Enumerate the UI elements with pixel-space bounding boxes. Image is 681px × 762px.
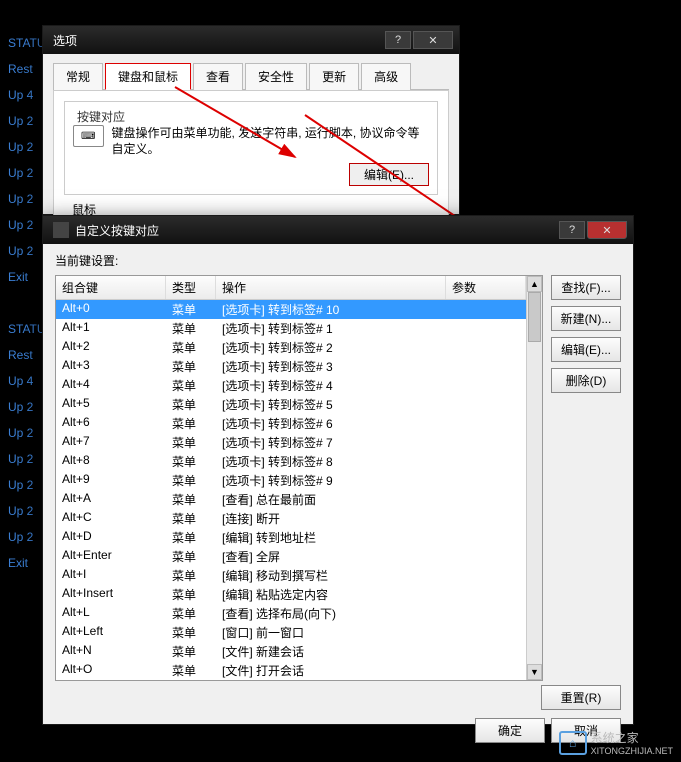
table-row[interactable]: Alt+1菜单[选项卡] 转到标签# 1 — [56, 319, 526, 338]
table-row[interactable]: Alt+5菜单[选项卡] 转到标签# 5 — [56, 395, 526, 414]
table-row[interactable]: Alt+L菜单[查看] 选择布局(向下) — [56, 604, 526, 623]
table-row[interactable]: Alt+6菜单[选项卡] 转到标签# 6 — [56, 414, 526, 433]
col-type[interactable]: 类型 — [166, 276, 216, 299]
reset-button[interactable]: 重置(R) — [541, 685, 621, 710]
table-row[interactable]: Alt+7菜单[选项卡] 转到标签# 7 — [56, 433, 526, 452]
scroll-thumb[interactable] — [528, 292, 541, 342]
find-button[interactable]: 查找(F)... — [551, 275, 621, 300]
key-mapping-legend: 按键对应 — [73, 108, 129, 125]
table-row[interactable]: Alt+8菜单[选项卡] 转到标签# 8 — [56, 452, 526, 471]
delete-button[interactable]: 删除(D) — [551, 368, 621, 393]
table-row[interactable]: Alt+Enter菜单[查看] 全屏 — [56, 547, 526, 566]
table-row[interactable]: Alt+I菜单[编辑] 移动到撰写栏 — [56, 566, 526, 585]
table-row[interactable]: Alt+3菜单[选项卡] 转到标签# 3 — [56, 357, 526, 376]
edit-button[interactable]: 编辑(E)... — [551, 337, 621, 362]
keymap-dialog: 自定义按键对应 ? ✕ 当前键设置: 组合键 类型 操作 参数 Alt+0菜单[… — [42, 215, 634, 725]
watermark-site: 系统之家 — [591, 729, 673, 746]
tab-2[interactable]: 查看 — [193, 63, 243, 90]
ok-button[interactable]: 确定 — [475, 718, 545, 743]
col-action[interactable]: 操作 — [216, 276, 446, 299]
table-row[interactable]: Alt+N菜单[文件] 新建会话 — [56, 642, 526, 661]
scroll-up-arrow[interactable]: ▲ — [527, 276, 542, 292]
col-combo[interactable]: 组合键 — [56, 276, 166, 299]
keymap-title: 自定义按键对应 — [75, 222, 559, 239]
help-button[interactable]: ? — [559, 221, 585, 239]
table-row[interactable]: Alt+C菜单[连接] 断开 — [56, 509, 526, 528]
tab-3[interactable]: 安全性 — [245, 63, 307, 90]
scroll-down-arrow[interactable]: ▼ — [527, 664, 542, 680]
table-row[interactable]: Alt+Insert菜单[编辑] 粘贴选定内容 — [56, 585, 526, 604]
help-button[interactable]: ? — [385, 31, 411, 49]
table-row[interactable]: Alt+0菜单[选项卡] 转到标签# 10 — [56, 300, 526, 319]
keymap-titlebar[interactable]: 自定义按键对应 ? ✕ — [43, 216, 633, 244]
options-titlebar[interactable]: 选项 ? ✕ — [43, 26, 459, 54]
table-row[interactable]: Alt+A菜单[查看] 总在最前面 — [56, 490, 526, 509]
tab-4[interactable]: 更新 — [309, 63, 359, 90]
keymap-table: 组合键 类型 操作 参数 Alt+0菜单[选项卡] 转到标签# 10Alt+1菜… — [55, 275, 543, 681]
table-row[interactable]: Alt+9菜单[选项卡] 转到标签# 9 — [56, 471, 526, 490]
table-row[interactable]: Alt+D菜单[编辑] 转到地址栏 — [56, 528, 526, 547]
watermark: ⌂ 系统之家 XITONGZHIJIA.NET — [559, 729, 673, 756]
vertical-scrollbar[interactable]: ▲ ▼ — [526, 276, 542, 680]
keyboard-icon: ⌨ — [73, 125, 104, 147]
table-header: 组合键 类型 操作 参数 — [56, 276, 526, 300]
table-row[interactable]: Alt+4菜单[选项卡] 转到标签# 4 — [56, 376, 526, 395]
side-buttons: 查找(F)... 新建(N)... 编辑(E)... 删除(D) — [551, 275, 621, 681]
col-param[interactable]: 参数 — [446, 276, 526, 299]
table-row[interactable]: Alt+Left菜单[窗口] 前一窗口 — [56, 623, 526, 642]
table-body[interactable]: Alt+0菜单[选项卡] 转到标签# 10Alt+1菜单[选项卡] 转到标签# … — [56, 300, 526, 680]
tab-0[interactable]: 常规 — [53, 63, 103, 90]
watermark-logo-icon: ⌂ — [559, 731, 587, 755]
table-row[interactable]: Alt+2菜单[选项卡] 转到标签# 2 — [56, 338, 526, 357]
app-icon — [53, 222, 69, 238]
new-button[interactable]: 新建(N)... — [551, 306, 621, 331]
kb-description: 键盘操作可由菜单功能, 发送字符串, 运行脚本, 协议命令等自定义。 — [112, 125, 429, 157]
tab-1[interactable]: 键盘和鼠标 — [105, 63, 191, 90]
close-button[interactable]: ✕ — [413, 31, 453, 49]
key-mapping-group: 按键对应 ⌨ 键盘操作可由菜单功能, 发送字符串, 运行脚本, 协议命令等自定义… — [64, 101, 438, 195]
watermark-url: XITONGZHIJIA.NET — [591, 746, 673, 756]
tab-5[interactable]: 高级 — [361, 63, 411, 90]
edit-key-mapping-button[interactable]: 编辑(E)... — [349, 163, 429, 186]
current-keys-label: 当前键设置: — [55, 252, 621, 269]
table-row[interactable]: Alt+O菜单[文件] 打开会话 — [56, 661, 526, 680]
close-button[interactable]: ✕ — [587, 221, 627, 239]
options-tabs: 常规键盘和鼠标查看安全性更新高级 — [53, 62, 449, 90]
options-title: 选项 — [53, 32, 385, 49]
options-dialog: 选项 ? ✕ 常规键盘和鼠标查看安全性更新高级 按键对应 ⌨ 键盘操作可由菜单功… — [42, 25, 460, 215]
